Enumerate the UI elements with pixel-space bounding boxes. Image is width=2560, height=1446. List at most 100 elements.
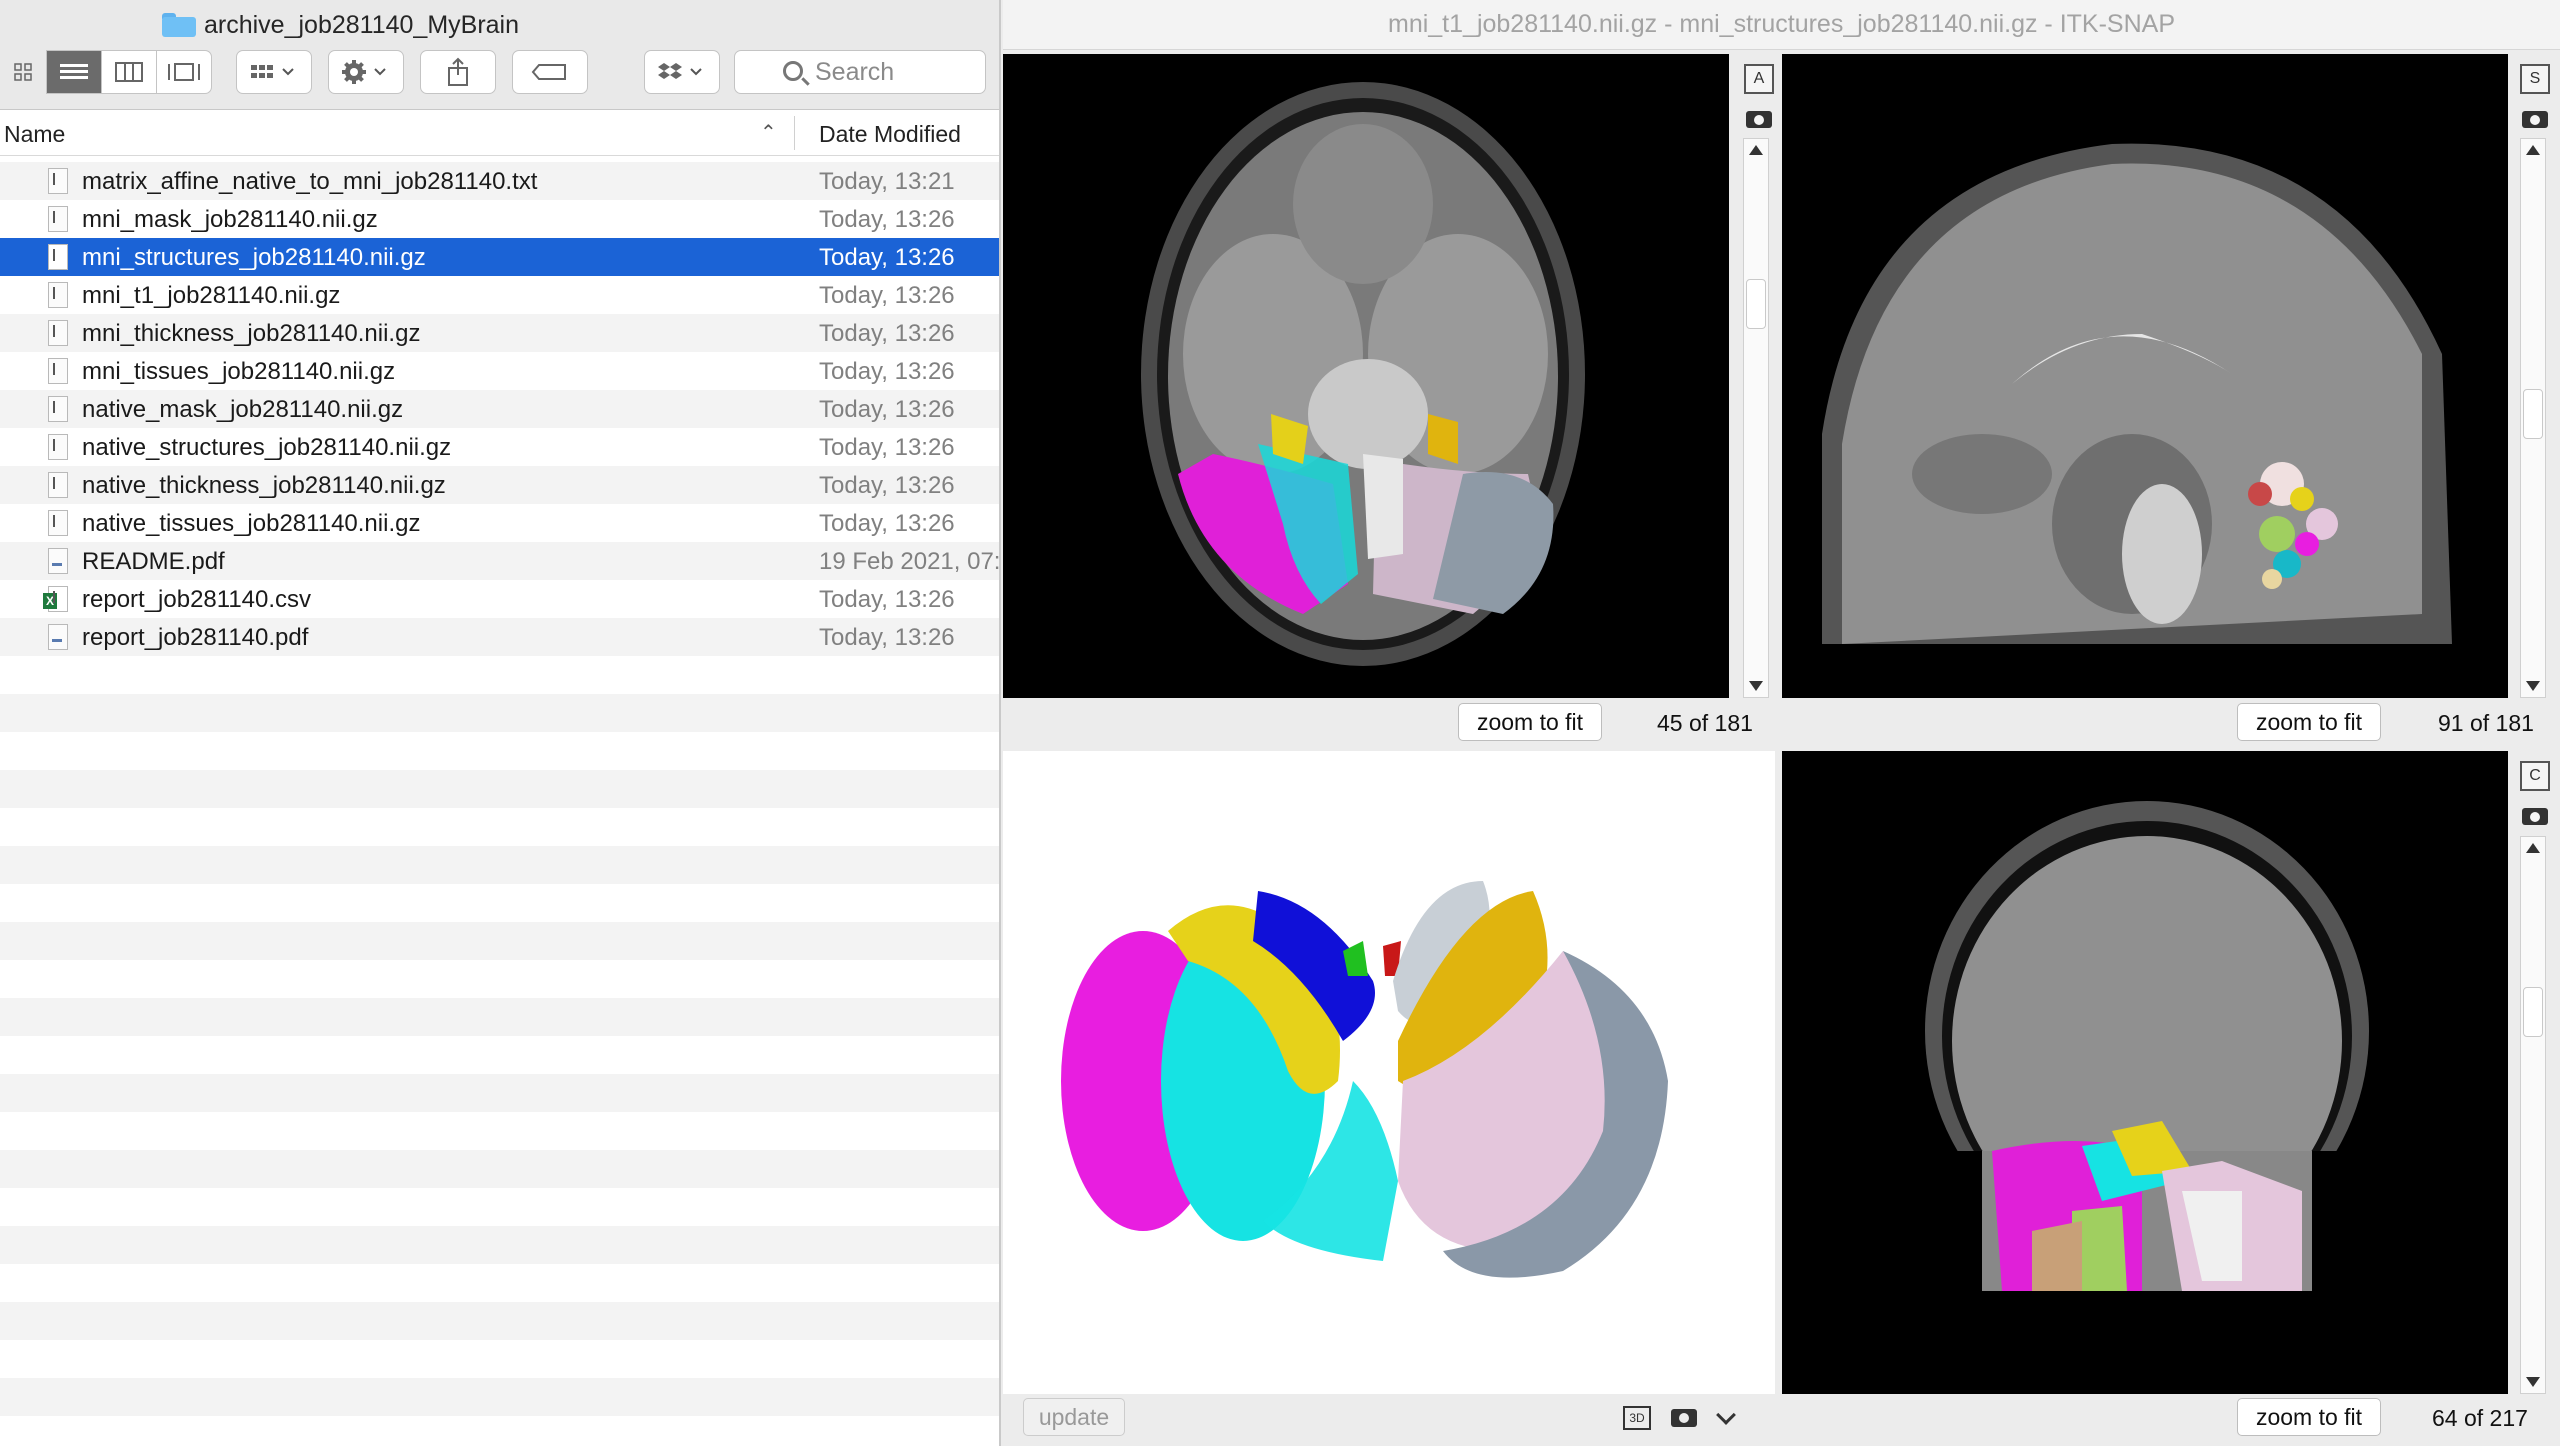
archive-file-icon [48,434,68,460]
empty-row [0,1112,999,1150]
chevron-down-icon[interactable] [1716,1405,1736,1425]
list-view-button[interactable] [46,50,102,94]
scroll-thumb[interactable] [2523,389,2543,439]
scroll-thumb[interactable] [2523,987,2543,1037]
file-row-selected[interactable]: mni_structures_job281140.nii.gz Today, 13… [0,238,999,276]
file-date: 19 Feb 2021, 07: [819,548,999,575]
cerebellum-3d-render [1061,881,1668,1278]
file-row[interactable]: report_job281140.pdf Today, 13:26 [0,618,999,656]
empty-row [0,1340,999,1378]
archive-file-icon [48,282,68,308]
group-grid-icon [251,65,294,78]
date-modified-column-header[interactable]: Date Modified [819,121,961,148]
3d-render-viewport[interactable] [1003,751,1775,1394]
sagittal-layout-button[interactable]: S [2520,64,2550,94]
scroll-up-icon[interactable] [2526,843,2540,853]
column-view-button[interactable] [101,50,157,94]
camera-icon[interactable] [1744,106,1774,130]
archive-file-icon [48,396,68,422]
share-button[interactable] [420,50,496,94]
empty-row [0,1302,999,1340]
action-menu-button[interactable] [328,50,404,94]
file-date: Today, 13:26 [819,244,955,271]
file-row[interactable]: report_job281140.csv Today, 13:26 [0,580,999,618]
file-date: Today, 13:26 [819,396,955,423]
folder-icon [162,13,196,37]
file-date: Today, 13:26 [819,206,955,233]
coronal-slice-image [1925,801,2369,1291]
coronal-layout-button[interactable]: C [2520,761,2550,791]
archive-file-icon [48,206,68,232]
scroll-down-icon[interactable] [2526,681,2540,691]
file-row[interactable]: native_structures_job281140.nii.gz Today,… [0,428,999,466]
file-date: Today, 13:26 [819,358,955,385]
file-row[interactable]: mni_tissues_job281140.nii.gz Today, 13:26 [0,352,999,390]
file-name: mni_structures_job281140.nii.gz [82,244,426,271]
finder-title: archive_job281140_MyBrain [162,8,519,42]
empty-row [0,1378,999,1416]
dropbox-icon [658,63,702,79]
tag-icon [531,64,566,80]
axial-slice-scrollbar[interactable] [1743,138,1769,698]
sagittal-zoom-to-fit-button[interactable]: zoom to fit [2237,703,2381,741]
file-date: Today, 13:21 [819,168,955,195]
axial-slice-image [1141,82,1585,666]
gallery-icon [168,63,200,81]
view-mode-control [0,50,212,94]
camera-icon[interactable] [1671,1406,1697,1428]
name-column-header[interactable]: Name [4,121,65,148]
file-row[interactable]: mni_mask_job281140.nii.gz Today, 13:26 [0,200,999,238]
coronal-slice-scrollbar[interactable] [2520,836,2546,1394]
empty-row [0,808,999,846]
empty-row [0,1226,999,1264]
axial-toolbar: A [1739,56,1779,130]
column-divider[interactable] [794,116,795,150]
empty-row [0,922,999,960]
axial-viewport[interactable] [1003,54,1729,698]
coronal-zoom-to-fit-button[interactable]: zoom to fit [2237,1398,2381,1436]
empty-row [0,732,999,770]
empty-list-area [0,656,999,1446]
scroll-down-icon[interactable] [1749,681,1763,691]
camera-icon[interactable] [2520,106,2550,130]
search-field[interactable]: Search [734,50,986,94]
update-3d-button[interactable]: update [1023,1398,1125,1436]
axial-slice-counter: 45 of 181 [1657,710,1753,736]
file-date: Today, 13:26 [819,586,955,613]
file-row[interactable]: native_tissues_job281140.nii.gz Today, 13… [0,504,999,542]
sagittal-slice-image [1822,143,2452,644]
sagittal-slice-scrollbar[interactable] [2520,138,2546,698]
archive-file-icon [48,320,68,346]
tags-button[interactable] [512,50,588,94]
file-row[interactable]: mni_t1_job281140.nii.gz Today, 13:26 [0,276,999,314]
scroll-thumb[interactable] [1746,279,1766,329]
sagittal-viewport[interactable] [1782,54,2508,698]
sort-ascending-icon[interactable]: ⌃ [760,120,777,145]
file-row[interactable]: native_mask_job281140.nii.gz Today, 13:26 [0,390,999,428]
file-name: mni_thickness_job281140.nii.gz [82,320,421,347]
dropbox-button[interactable] [644,50,720,94]
file-date: Today, 13:26 [819,320,955,347]
icon-view-button[interactable] [0,50,47,94]
empty-row [0,1150,999,1188]
scroll-up-icon[interactable] [1749,145,1763,155]
3d-mode-icon[interactable]: 3D [1623,1406,1651,1430]
group-by-button[interactable] [236,50,312,94]
file-row[interactable]: matrix_affine_native_to_mni_job281140.tx… [0,162,999,200]
file-name: mni_tissues_job281140.nii.gz [82,358,396,385]
file-row[interactable]: README.pdf 19 Feb 2021, 07: [0,542,999,580]
coronal-viewport[interactable] [1782,751,2508,1394]
file-row[interactable]: mni_thickness_job281140.nii.gz Today, 13:… [0,314,999,352]
pdf-file-icon [48,548,68,574]
finder-titlebar: archive_job281140_MyBrain [0,0,999,50]
axial-layout-button[interactable]: A [1744,64,1774,94]
file-row[interactable]: native_thickness_job281140.nii.gz Today, … [0,466,999,504]
finder-window: archive_job281140_MyBrain Search Name ⌃ … [0,0,1001,1446]
gallery-view-button[interactable] [156,50,212,94]
scroll-down-icon[interactable] [2526,1377,2540,1387]
axial-zoom-to-fit-button[interactable]: zoom to fit [1458,703,1602,741]
camera-icon[interactable] [2520,803,2550,827]
empty-row [0,1036,999,1074]
scroll-up-icon[interactable] [2526,145,2540,155]
grid-icon [14,63,32,81]
